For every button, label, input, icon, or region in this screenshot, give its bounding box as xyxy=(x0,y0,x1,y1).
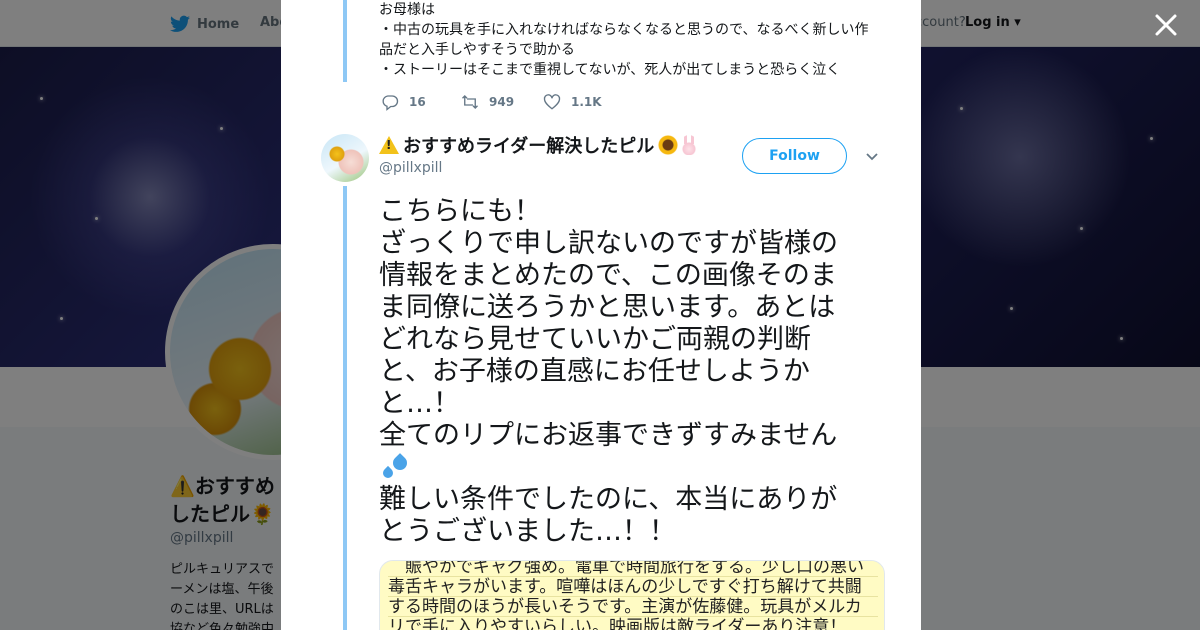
retweet-icon xyxy=(462,95,478,109)
text-line: お母様は xyxy=(379,2,435,18)
retweet-button[interactable]: 949 xyxy=(461,93,543,111)
text-line: と…！ xyxy=(379,388,460,419)
text-line xyxy=(379,452,869,484)
sweat-droplets-icon xyxy=(379,452,413,484)
text-line: ・中古の玩具を手に入れなければならなくなると思うので、なるべく新しい作 xyxy=(379,22,869,38)
image-text-line: 賑やかでギャグ強め。電車で時間旅行をする。少し口の悪い xyxy=(388,561,878,577)
image-text: 賑やかでギャグ強め。電車で時間旅行をする。少し口の悪い 毒舌キャラがいます。喧嘩… xyxy=(388,561,878,630)
text-line: ま同僚に送ろうかと思います。あとは xyxy=(379,292,836,323)
image-text-line: する時間のほうが長いそうです。主演が佐藤健。玩具がメルカ xyxy=(388,597,878,617)
text-line: 情報をまとめたので、この画像そのま xyxy=(379,260,837,291)
chevron-down-icon[interactable] xyxy=(865,150,879,164)
reply-button[interactable]: 16 xyxy=(381,93,461,111)
thread-line xyxy=(343,0,347,82)
retweet-count: 949 xyxy=(489,95,515,109)
text-line: どれなら見せていいかご両親の判断 xyxy=(379,324,811,355)
heart-icon xyxy=(543,94,561,110)
sunflower-icon xyxy=(658,135,679,155)
reply-count: 16 xyxy=(409,95,426,109)
thread-line xyxy=(343,186,347,630)
text-line: ・ストーリーはそこまで重視してないが、死人が出てしまうと恐らく泣く xyxy=(379,62,841,78)
previous-tweet-text: お母様は ・中古の玩具を手に入れなければならなくなると思うので、なるべく新しい作… xyxy=(379,0,879,80)
follow-button[interactable]: Follow xyxy=(742,138,847,174)
image-text-line: リで手に入りやすいらしい。映画版は敵ライダーあり注意！ xyxy=(388,617,878,630)
text-line: 難しい条件でしたのに、本当にありが xyxy=(379,484,838,515)
text-line: ざっくりで申し訳ないのですが皆様の xyxy=(379,228,838,259)
warning-icon xyxy=(379,136,399,154)
tweet-handle[interactable]: @pillxpill xyxy=(379,160,442,176)
display-name-text: おすすめライダー解決したピル xyxy=(403,136,655,157)
tweet-text: こちらにも！ ざっくりで申し訳ないのですが皆様の 情報をまとめたので、この画像そ… xyxy=(379,196,869,548)
text-line: 品だと入手しやすそうで助かる xyxy=(379,42,575,58)
tweet-actions: 16 949 1.1K xyxy=(381,92,602,112)
like-button[interactable]: 1.1K xyxy=(543,93,602,111)
tweet-image[interactable]: 賑やかでギャグ強め。電車で時間旅行をする。少し口の悪い 毒舌キャラがいます。喧嘩… xyxy=(379,560,885,630)
like-count: 1.1K xyxy=(571,95,602,109)
image-text-line: 毒舌キャラがいます。喧嘩はほんの少しですぐ打ち解けて共闘 xyxy=(388,577,878,597)
tweet-modal: お母様は ・中古の玩具を手に入れなければならなくなると思うので、なるべく新しい作… xyxy=(281,0,921,630)
close-icon[interactable] xyxy=(1153,12,1179,38)
text-line: とうございました…！！ xyxy=(379,516,676,547)
text-line: 全てのリプにお返事できずすみません xyxy=(379,420,838,451)
tweet-display-name[interactable]: おすすめライダー解決したピル xyxy=(379,132,698,158)
text-line: と、お子様の直感にお任せしようか xyxy=(379,356,810,387)
reply-icon xyxy=(382,95,399,111)
rabbit-icon xyxy=(681,135,698,155)
avatar[interactable] xyxy=(321,134,369,182)
text-line: こちらにも！ xyxy=(379,196,541,227)
